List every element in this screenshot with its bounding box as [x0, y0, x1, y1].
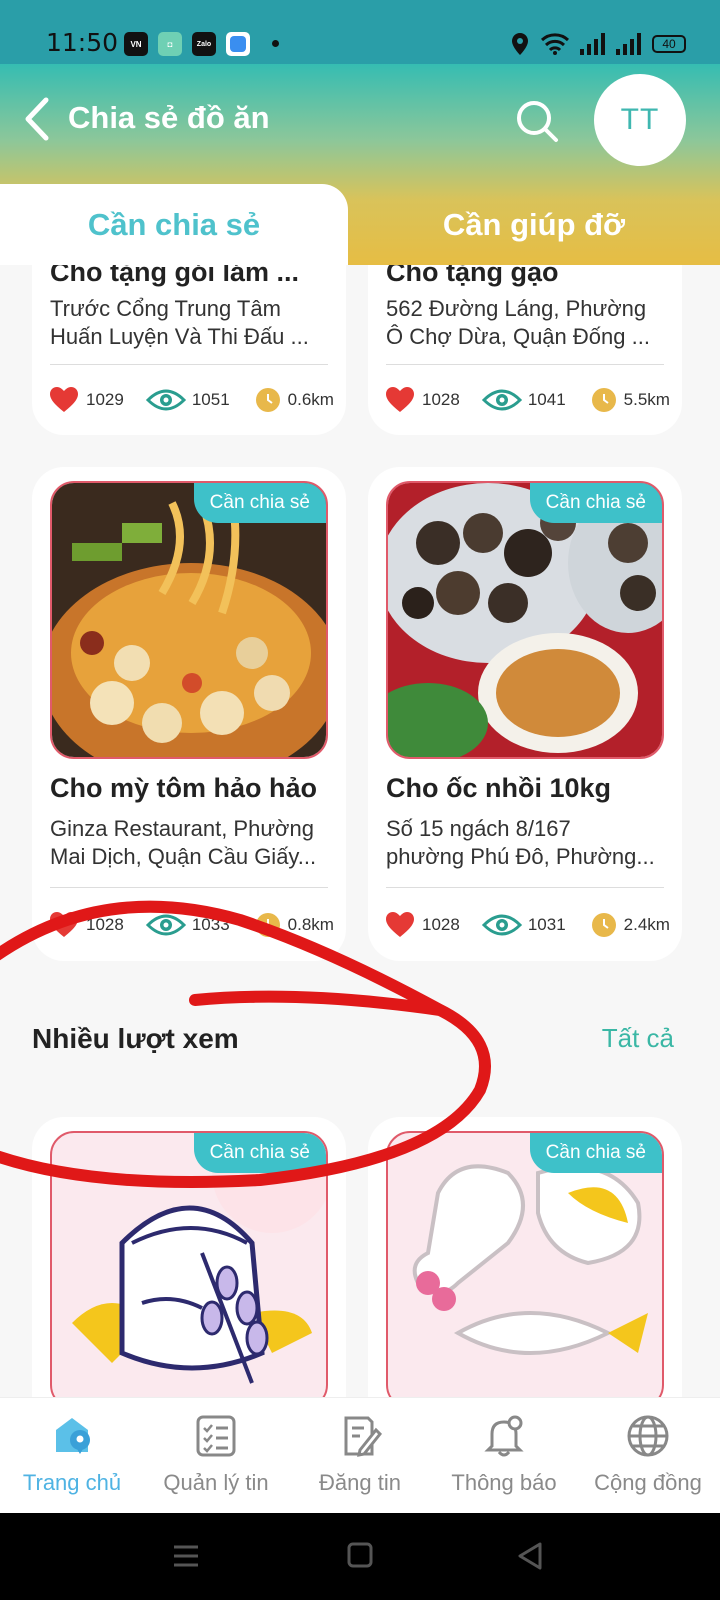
location-icon — [512, 33, 528, 55]
card-title: Cho tặng gạo — [386, 265, 559, 287]
search-icon[interactable] — [514, 98, 560, 144]
card-title: Cho mỳ tôm hảo hảo — [50, 773, 318, 803]
rice-bag-illustration: Cần chia sẻ — [50, 1131, 328, 1397]
edit-document-icon — [344, 1416, 382, 1457]
avatar[interactable]: TT — [594, 74, 686, 166]
tab-can-giup-do[interactable]: Cần giúp đỡ — [348, 184, 720, 266]
food-card[interactable]: Cần chia sẻ — [32, 1117, 346, 1397]
clock-icon — [591, 388, 616, 412]
card-address: Ginza Restaurant, Phường Mai Dịch, Quận C… — [50, 816, 317, 869]
more-notifications-dot — [272, 40, 279, 47]
eye-icon — [145, 389, 186, 411]
section-title: Nhiều lượt xem — [32, 1023, 239, 1054]
eye-icon — [481, 389, 522, 411]
nav-label: Cộng đồng — [594, 1470, 702, 1495]
food-card[interactable]: Cho tặng gạo 562 Đường Láng, Phường Ô Chợ… — [368, 265, 682, 435]
divider — [50, 364, 328, 365]
food-card[interactable]: Cần chia sẻ Cho ốc nhồi 10kg Số 15 ngách… — [368, 467, 682, 961]
eye-icon — [145, 914, 186, 936]
card-address: Số 15 ngách 8/167 phường Phú Đô, Phường..… — [386, 816, 655, 869]
nav-notifications[interactable]: Thông báo — [432, 1398, 576, 1514]
clock-icon — [591, 913, 616, 937]
wifi-icon — [540, 33, 570, 55]
heart-icon — [50, 912, 78, 937]
menu-icon[interactable] — [172, 1543, 200, 1569]
home-location-icon — [56, 1418, 90, 1454]
divider — [50, 887, 328, 888]
card-stats: 1028 1031 2.4km — [386, 909, 670, 941]
card-stats: 1029 1051 0.6km — [50, 384, 334, 416]
mini-app-icon: ◘ — [158, 32, 182, 56]
eye-icon — [481, 914, 522, 936]
status-badge: Cần chia sẻ — [193, 1133, 326, 1173]
card-title: Cho ốc nhồi 10kg — [386, 773, 612, 803]
heart-icon — [386, 912, 414, 937]
food-card[interactable]: Cần chia sẻ Cho mỳ tôm hảo hảo Ginza Res… — [32, 467, 346, 961]
card-stats: 1028 1033 0.8km — [50, 909, 334, 941]
food-image — [388, 483, 662, 757]
divider — [386, 887, 664, 888]
nav-label: Quản lý tin — [163, 1470, 269, 1495]
card-address: 562 Đường Láng, Phường Ô Chợ Dừa, Quận Đố… — [386, 296, 650, 349]
noodle-photo: Cần chia sẻ — [50, 481, 328, 759]
system-nav-bar — [0, 1513, 720, 1600]
card-stats: 1028 1041 5.5km — [386, 384, 670, 416]
heart-icon — [386, 387, 414, 412]
clock-icon — [255, 388, 280, 412]
food-image — [52, 483, 326, 757]
zalo-icon: Zalo — [192, 32, 216, 56]
status-bar: 11:50 VN ◘ Zalo 40 — [0, 0, 720, 64]
checklist-icon — [196, 1415, 236, 1457]
globe-icon — [627, 1415, 669, 1457]
see-all-link[interactable]: Tất cả — [602, 1023, 674, 1054]
nav-label: Trang chủ — [22, 1470, 122, 1495]
card-title: Cho tặng gói lám ... — [50, 265, 299, 287]
meat-fish-illustration: Cần chia sẻ — [386, 1131, 664, 1397]
status-badge: Cần chia sẻ — [529, 1133, 662, 1173]
bottom-navigation: Trang chủ Quản lý tin Đăng tin Thông báo — [0, 1397, 720, 1513]
page-title: Chia sẻ đồ ăn — [68, 100, 270, 135]
signal-icon — [580, 33, 605, 55]
snail-photo: Cần chia sẻ — [386, 481, 664, 759]
vn-app-icon: VN — [124, 32, 148, 56]
food-card[interactable]: Cần chia sẻ — [368, 1117, 682, 1397]
nav-manage-posts[interactable]: Quản lý tin — [144, 1398, 288, 1514]
home-square-icon[interactable] — [346, 1541, 374, 1569]
status-badge: Cần chia sẻ — [529, 483, 662, 523]
battery-icon: 40 — [652, 35, 686, 53]
nav-label: Thông báo — [451, 1470, 557, 1495]
status-right: 40 — [510, 32, 686, 56]
nav-community[interactable]: Cộng đồng — [576, 1398, 720, 1514]
back-triangle-icon[interactable] — [516, 1541, 544, 1571]
divider — [386, 364, 664, 365]
signal-icon-2 — [616, 33, 641, 55]
blue-app-icon — [226, 32, 250, 56]
food-card[interactable]: Cho tặng gói lám ... Trước Cổng Trung Tâ… — [32, 265, 346, 435]
status-badge: Cần chia sẻ — [193, 483, 326, 523]
bell-icon — [484, 1415, 524, 1457]
nav-label: Đăng tin — [319, 1470, 401, 1495]
tab-can-chia-se[interactable]: Cần chia sẻ — [0, 184, 348, 266]
status-time: 11:50 — [46, 28, 119, 57]
back-arrow-icon[interactable] — [22, 96, 52, 142]
feed-content[interactable]: Cho tặng gói lám ... Trước Cổng Trung Tâ… — [0, 265, 720, 1397]
nav-post[interactable]: Đăng tin — [288, 1398, 432, 1514]
card-address: Trước Cổng Trung Tâm Huấn Luyện Và Thi Đấ… — [50, 296, 309, 349]
clock-icon — [255, 913, 280, 937]
nav-home[interactable]: Trang chủ — [0, 1398, 144, 1514]
heart-icon — [50, 387, 78, 412]
